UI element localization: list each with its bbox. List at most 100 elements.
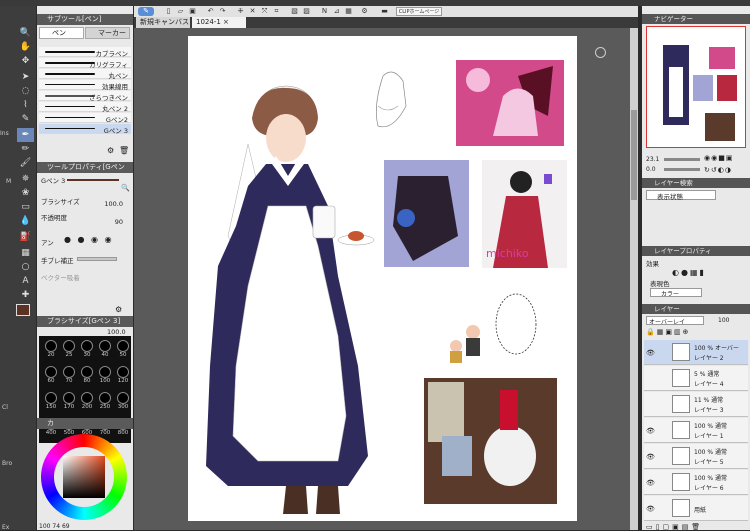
airbrush-tool-icon[interactable]: ✵ bbox=[17, 172, 34, 186]
scrollbar-thumb[interactable] bbox=[631, 110, 637, 200]
brush-size-tip[interactable]: 30 bbox=[78, 339, 96, 359]
layer-row[interactable]: 👁 用紙 bbox=[644, 496, 748, 521]
brush-size-tip[interactable]: 20 bbox=[42, 339, 60, 359]
display-state-dropdown[interactable]: 表示状態 bbox=[646, 190, 716, 201]
transform-icon[interactable]: ⤧ bbox=[260, 7, 269, 16]
canvas-vertical-scrollbar[interactable] bbox=[630, 28, 638, 530]
brush-size-tip[interactable]: 250 bbox=[96, 391, 114, 411]
angle-slider[interactable] bbox=[664, 168, 700, 171]
save-icon[interactable]: ▣ bbox=[188, 7, 197, 16]
brush-item-calligraphy[interactable]: カリグラフィ bbox=[39, 58, 131, 69]
brush-tool-icon[interactable]: 🖌 bbox=[17, 156, 34, 170]
brush-size-value[interactable]: 100.0 bbox=[104, 200, 123, 208]
zoom-value[interactable]: 23.1 bbox=[646, 156, 659, 163]
main-color-swatch[interactable] bbox=[16, 304, 30, 316]
navigator-preview[interactable] bbox=[646, 26, 746, 148]
clip-logo-icon[interactable]: ✎ bbox=[138, 7, 154, 16]
layer-row[interactable]: 👁 100 % 通常 レイヤー 5 bbox=[644, 444, 748, 469]
rotate-buttons[interactable]: ↻↺◐◑ bbox=[704, 166, 732, 174]
stabilization-slider[interactable] bbox=[77, 257, 117, 261]
brush-size-tip[interactable]: 25 bbox=[60, 339, 78, 359]
brush-size-tip[interactable]: 70 bbox=[60, 365, 78, 385]
zoom-buttons[interactable]: ◉◉■▣ bbox=[704, 154, 733, 162]
clip-home-button[interactable]: CLIPホームページ bbox=[396, 7, 442, 16]
layer-row[interactable]: 👁 100 % オーバー レイヤー 2 bbox=[644, 340, 748, 365]
balloon-tool-icon[interactable]: ✚ bbox=[17, 288, 34, 302]
tab-pen[interactable]: ペン bbox=[39, 27, 84, 39]
preset-search-icon[interactable]: 🔍 bbox=[121, 184, 130, 192]
eye-icon[interactable]: 👁 bbox=[646, 453, 655, 461]
eye-icon[interactable]: 👁 bbox=[646, 505, 655, 513]
canvas[interactable]: michiko bbox=[188, 36, 577, 521]
select-tool-icon[interactable]: ◌ bbox=[17, 84, 34, 98]
snap-grid-icon[interactable]: ▦ bbox=[344, 7, 353, 16]
brush-item-maru[interactable]: 丸ペン bbox=[39, 69, 131, 80]
fill-tool-icon[interactable]: ⛽ bbox=[17, 230, 34, 244]
color-wheel[interactable] bbox=[41, 434, 127, 520]
brush-size-tip[interactable]: 100 bbox=[96, 365, 114, 385]
effect-buttons[interactable]: ◐●▦▮ bbox=[672, 268, 706, 277]
settings-icon[interactable]: ⚙ bbox=[360, 7, 369, 16]
tab-new-canvas[interactable]: 新規キャンバス bbox=[136, 17, 190, 28]
blend-tool-icon[interactable]: 💧 bbox=[17, 214, 34, 228]
eye-icon[interactable]: 👁 bbox=[646, 427, 655, 435]
open-file-icon[interactable]: ▱ bbox=[176, 7, 185, 16]
brush-item-kabura[interactable]: カブラペン bbox=[39, 47, 131, 58]
eye-icon[interactable]: 👁 bbox=[646, 479, 655, 487]
new-file-icon[interactable]: ▯ bbox=[164, 7, 173, 16]
sub-tool-delete-icon[interactable]: 🗑 bbox=[119, 146, 129, 155]
tab-marker[interactable]: マーカー bbox=[85, 27, 130, 39]
scale-icon[interactable]: ⌗ bbox=[272, 7, 281, 16]
selection-icon[interactable]: ⁜ bbox=[236, 7, 245, 16]
eyedropper-tool-icon[interactable]: ✎ bbox=[17, 112, 34, 126]
tool-property-settings-icon[interactable]: ⚙ bbox=[115, 305, 122, 314]
brush-size-tip[interactable]: 120 bbox=[114, 365, 132, 385]
figure-tool-icon[interactable]: ○ bbox=[17, 260, 34, 274]
eraser-tool-icon[interactable]: ▭ bbox=[17, 200, 34, 214]
brush-size-tip[interactable]: 150 bbox=[42, 391, 60, 411]
screen-mode-icon[interactable]: ▬ bbox=[380, 7, 389, 16]
clear-icon[interactable]: ✕ bbox=[248, 7, 257, 16]
redo-icon[interactable]: ↷ bbox=[218, 7, 227, 16]
layer-lock-icons[interactable]: 🔒▦▣▥⊕ bbox=[646, 328, 690, 336]
angle-value[interactable]: 0.0 bbox=[646, 166, 656, 173]
tab-1024-1[interactable]: 1024-1 × bbox=[192, 17, 246, 28]
brush-size-tip[interactable]: 60 bbox=[42, 365, 60, 385]
decoration-tool-icon[interactable]: ❀ bbox=[17, 186, 34, 200]
brush-size-tip[interactable]: 80 bbox=[78, 365, 96, 385]
hand-tool-icon[interactable]: ✋ bbox=[17, 40, 34, 54]
layer-row[interactable]: 👁 100 % 通常 レイヤー 6 bbox=[644, 470, 748, 495]
brush-item-maru2[interactable]: 丸ペン 2 bbox=[39, 102, 131, 113]
snap-ruler-icon[interactable]: N bbox=[320, 7, 329, 16]
operation-tool-icon[interactable]: ➤ bbox=[17, 70, 34, 84]
brush-size-tip[interactable]: 300 bbox=[114, 391, 132, 411]
snap-special-ruler-icon[interactable]: ⊿ bbox=[332, 7, 341, 16]
gradient-tool-icon[interactable]: ▦ bbox=[17, 246, 34, 260]
rotate-handle-icon[interactable] bbox=[595, 47, 606, 58]
brush-size-tip[interactable]: 200 bbox=[78, 391, 96, 411]
layer-row[interactable]: 5 % 通常 レイヤー 4 bbox=[644, 366, 748, 391]
color-square[interactable] bbox=[63, 456, 105, 498]
sub-tool-settings-icon[interactable]: ⚙ bbox=[107, 146, 114, 155]
blend-mode-dropdown[interactable]: オーバーレイ bbox=[646, 316, 704, 326]
zoom-tool-icon[interactable]: 🔍 bbox=[17, 26, 34, 40]
color-mode-dropdown[interactable]: カラー bbox=[650, 288, 702, 298]
lasso-tool-icon[interactable]: ⌇ bbox=[17, 98, 34, 112]
layer-row[interactable]: 11 % 通常 レイヤー 3 bbox=[644, 392, 748, 417]
layer-row[interactable]: 👁 100 % 通常 レイヤー 1 bbox=[644, 418, 748, 443]
brush-size-tip[interactable]: 40 bbox=[96, 339, 114, 359]
move-tool-icon[interactable]: ✥ bbox=[17, 54, 34, 68]
brush-item-rough[interactable]: ざらつきペン bbox=[39, 91, 131, 102]
deselect-icon[interactable]: ▨ bbox=[302, 7, 311, 16]
layer-opacity-value[interactable]: 100 bbox=[718, 317, 729, 324]
brush-item-effect[interactable]: 効果線用 bbox=[39, 80, 131, 91]
brush-item-g2[interactable]: Gペン2 bbox=[39, 113, 131, 124]
brush-item-g3[interactable]: Gペン 3 bbox=[39, 124, 131, 135]
text-tool-icon[interactable]: A bbox=[17, 274, 34, 288]
brush-size-tip[interactable]: 170 bbox=[60, 391, 78, 411]
pen-tool-icon[interactable]: ✒ bbox=[17, 128, 34, 142]
fill-selection-icon[interactable]: ▧ bbox=[290, 7, 299, 16]
eye-icon[interactable]: 👁 bbox=[646, 349, 655, 357]
close-icon[interactable]: × bbox=[223, 18, 229, 26]
undo-icon[interactable]: ↶ bbox=[206, 7, 215, 16]
